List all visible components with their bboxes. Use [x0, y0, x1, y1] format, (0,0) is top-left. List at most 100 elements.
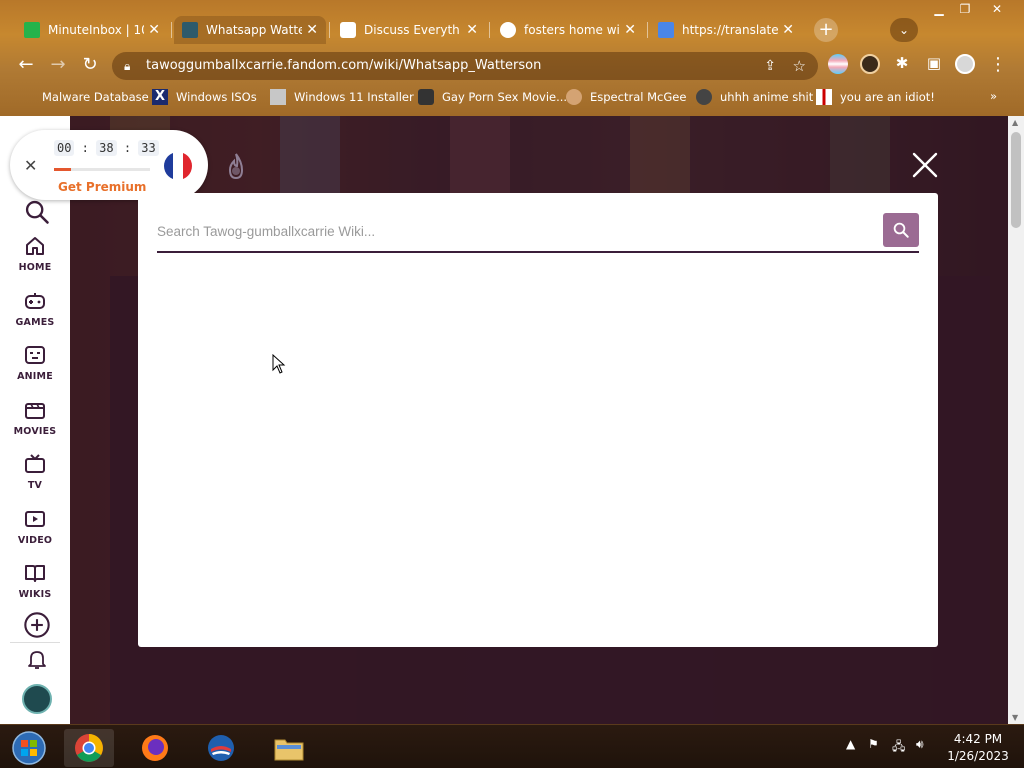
bookmark-windows-11-installer[interactable]: Windows 11 Installer [270, 89, 414, 105]
tab-title: Discuss Everythin [364, 23, 460, 37]
france-flag-icon[interactable] [164, 152, 192, 180]
sidebar-item-movies[interactable]: MOVIES [0, 398, 70, 437]
google-favicon-icon [500, 22, 516, 38]
search-icon[interactable] [23, 198, 51, 226]
extension-pride-icon[interactable] [828, 54, 848, 74]
profile-avatar-icon[interactable] [955, 54, 975, 74]
tab-title: MinuteInbox | 10 [48, 23, 144, 37]
close-tab-icon[interactable]: ✕ [782, 22, 794, 38]
tab-title: fosters home wiki [524, 23, 620, 37]
forward-icon[interactable]: → [46, 54, 70, 75]
fandom-sidebar: HOME GAMES ANIME MOVIES TV VIDEO WIKIS [0, 116, 70, 724]
tab-minuteinbox[interactable]: MinuteInbox | 10 ✕ [16, 16, 168, 44]
installer-icon [270, 89, 286, 105]
lock-icon[interactable]: 🔒︎ [124, 52, 130, 80]
get-premium-link[interactable]: Get Premium [58, 180, 146, 194]
scrollbar-thumb[interactable] [1011, 132, 1021, 228]
tab-title: https://translate [682, 23, 778, 37]
windows-taskbar: ▲ ⚑ 🖧︎ 🔊︎ 4:42 PM 1/26/2023 [0, 724, 1024, 768]
bookmarks-overflow-icon[interactable]: » [990, 89, 997, 103]
close-search-icon[interactable] [910, 150, 940, 180]
taskbar-chrome[interactable] [64, 729, 114, 767]
search-submit-button[interactable] [883, 213, 919, 247]
video-play-icon [25, 511, 45, 527]
user-avatar[interactable] [22, 684, 52, 714]
reload-icon[interactable]: ↻ [78, 54, 102, 75]
close-tab-icon[interactable]: ✕ [148, 22, 160, 38]
tab-whatsapp-watterson[interactable]: Whatsapp Watter ✕ [174, 16, 326, 44]
bookmark-malware-database[interactable]: Malware Database [20, 89, 149, 105]
chrome-icon [75, 734, 103, 762]
clock-date: 1/26/2023 [947, 749, 1009, 763]
extension-avatar-icon[interactable] [860, 54, 880, 74]
bookmark-uhhh-anime-shit[interactable]: uhhh anime shit [696, 89, 813, 105]
extensions-puzzle-icon[interactable]: ✱ [890, 54, 914, 72]
sidebar-item-video[interactable]: VIDEO [0, 507, 70, 546]
system-clock[interactable]: 4:42 PM 1/26/2023 [940, 731, 1016, 765]
sidebar-item-tv[interactable]: TV [0, 452, 70, 491]
back-icon[interactable]: ← [14, 54, 38, 75]
tab-translate[interactable]: https://translate ✕ [650, 16, 802, 44]
notifications-bell-icon[interactable] [25, 647, 49, 671]
firefox-icon [142, 735, 168, 761]
tab-search-button[interactable]: ⌄ [890, 18, 918, 42]
web-page: HOME GAMES ANIME MOVIES TV VIDEO WIKIS ✕… [0, 116, 1008, 724]
search-input[interactable] [157, 213, 877, 249]
mouse-cursor-icon [272, 354, 286, 374]
sidebar-item-wikis[interactable]: WIKIS [0, 561, 70, 600]
new-tab-button[interactable]: + [814, 18, 838, 42]
close-tab-icon[interactable]: ✕ [306, 22, 318, 38]
add-circle-icon[interactable] [23, 611, 51, 639]
taskbar-vpn[interactable] [196, 729, 246, 767]
clapperboard-icon [25, 403, 45, 419]
show-hidden-icons[interactable]: ▲ [846, 737, 855, 751]
sidebar-item-home[interactable]: HOME [0, 234, 70, 273]
minuteinbox-favicon-icon [24, 22, 40, 38]
tab-discuss-everything[interactable]: Discuss Everythin ✕ [332, 16, 486, 44]
network-icon[interactable]: 🖧︎ [892, 737, 905, 758]
tab-fosters-home-wiki[interactable]: fosters home wiki ✕ [492, 16, 644, 44]
browser-chrome: MinuteInbox | 10 ✕ Whatsapp Watter ✕ Dis… [0, 0, 1024, 116]
start-button[interactable] [4, 729, 54, 767]
open-book-icon [25, 565, 45, 582]
tab-title: Whatsapp Watter [206, 23, 302, 37]
bookmark-you-are-an-idiot[interactable]: you are an idiot! [816, 89, 935, 105]
timer-progress-bar [54, 168, 150, 171]
page-scrollbar[interactable]: ▲ ▼ [1008, 116, 1024, 724]
bookmark-gay-porn-sex-movie[interactable]: Gay Porn Sex Movie... [418, 89, 567, 105]
clock-time: 4:42 PM [953, 732, 1003, 746]
taskbar-firefox[interactable] [130, 729, 180, 767]
character-icon [566, 89, 582, 105]
url-text: tawoggumballxcarrie.fandom.com/wiki/What… [146, 58, 542, 73]
uk-flag-icon [816, 89, 832, 105]
sidebar-item-anime[interactable]: ANIME [0, 343, 70, 382]
browser-menu-icon[interactable]: ⋮ [986, 54, 1010, 75]
side-panel-icon[interactable]: ▣ [922, 54, 946, 72]
close-tab-icon[interactable]: ✕ [466, 22, 478, 38]
bookmark-star-icon[interactable]: ☆ [793, 52, 806, 80]
minimize-icon[interactable]: ▁ [928, 2, 950, 16]
search-modal [138, 193, 938, 647]
gamepad-icon [25, 293, 45, 309]
tv-icon [25, 454, 45, 473]
close-window-icon[interactable]: ✕ [986, 2, 1008, 16]
volume-icon[interactable]: 🔊︎ [916, 737, 924, 752]
vpn-globe-icon [208, 735, 234, 761]
x-icon: X [152, 89, 168, 105]
bookmark-espectral-mcgee[interactable]: Espectral McGee [566, 89, 686, 105]
flame-icon[interactable] [224, 152, 248, 182]
action-center-flag-icon[interactable]: ⚑ [868, 737, 879, 751]
translate-favicon-icon [658, 22, 674, 38]
close-timer-icon[interactable]: ✕ [24, 156, 37, 175]
discuss-favicon-icon [340, 22, 356, 38]
timer-widget: ✕ 00 : 38 : 33 Get Premium [10, 130, 208, 200]
scroll-up-icon[interactable]: ▲ [1012, 118, 1018, 127]
bookmark-windows-isos[interactable]: X Windows ISOs [152, 89, 257, 105]
share-icon[interactable]: ⇪ [764, 52, 776, 80]
close-tab-icon[interactable]: ✕ [624, 22, 636, 38]
address-bar[interactable]: 🔒︎ tawoggumballxcarrie.fandom.com/wiki/W… [112, 52, 818, 80]
taskbar-file-explorer[interactable] [264, 729, 314, 767]
maximize-icon[interactable]: ❐ [954, 2, 976, 16]
scroll-down-icon[interactable]: ▼ [1012, 713, 1018, 722]
sidebar-item-games[interactable]: GAMES [0, 289, 70, 328]
